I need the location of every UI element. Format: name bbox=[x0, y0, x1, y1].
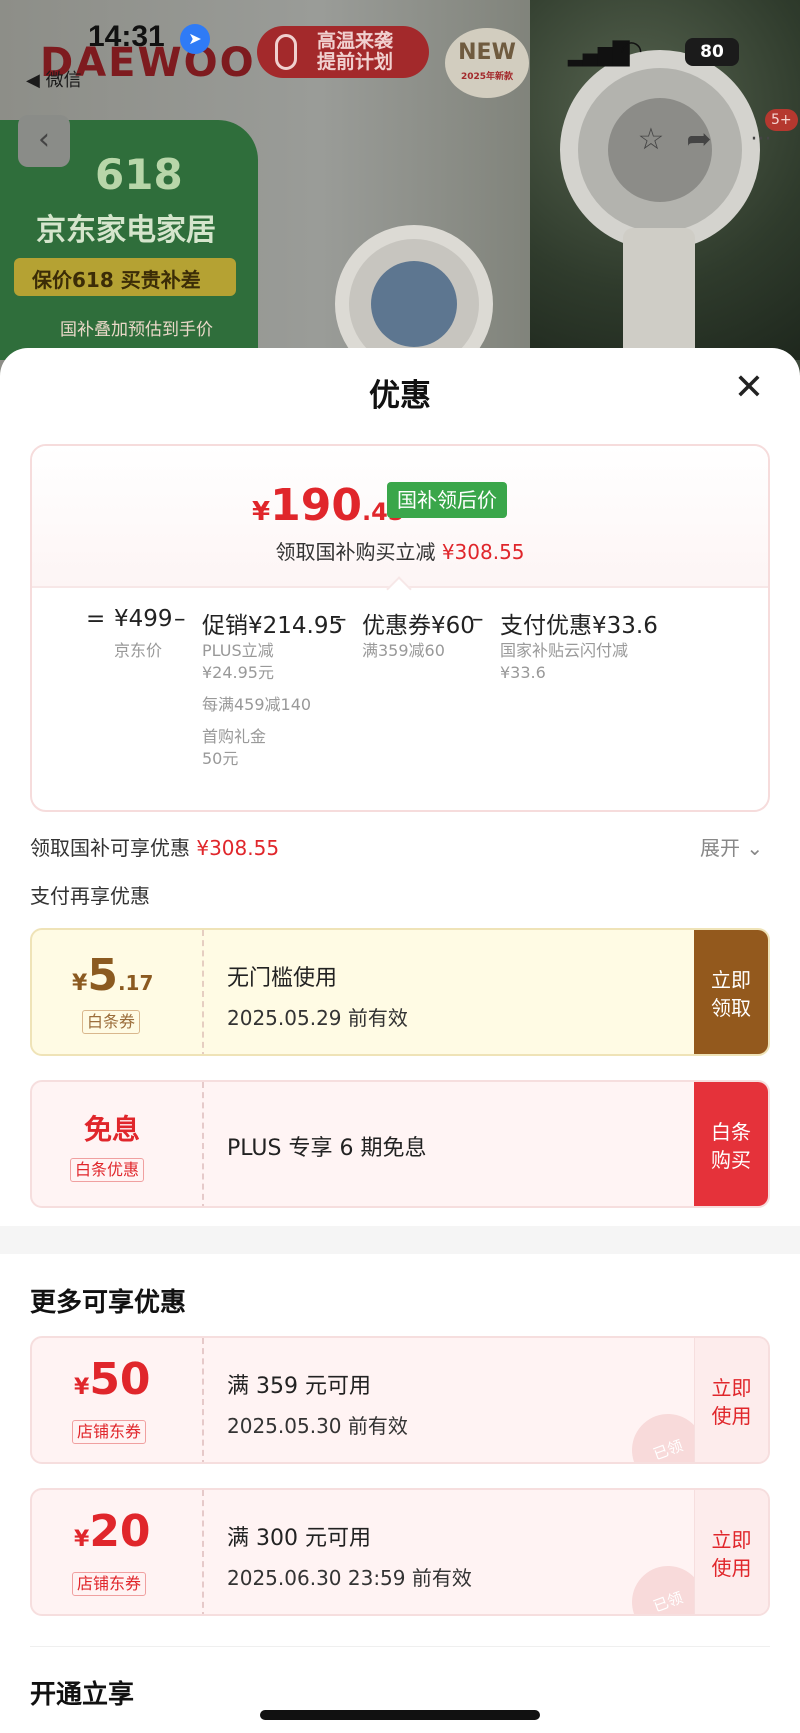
coupon-divider bbox=[202, 1082, 204, 1206]
pay-section-title: 支付再享优惠 bbox=[30, 884, 150, 908]
offer-description: PLUS 专享 6 期免息 bbox=[227, 1136, 427, 1161]
section-separator bbox=[0, 1226, 800, 1254]
back-to-wechat-link[interactable]: ◀ 微信 bbox=[26, 66, 82, 92]
signal-icon: ▂▄▆█ bbox=[568, 42, 630, 67]
formula-minus: – bbox=[335, 606, 347, 632]
coupon-detail: 满359减60 bbox=[362, 641, 445, 660]
coupon-divider bbox=[202, 1490, 204, 1614]
offer-type-label: 白条优惠 bbox=[70, 1158, 145, 1182]
sheet-title: 优惠 bbox=[369, 378, 431, 414]
promo-detail-full-reduction: 每满459减140 bbox=[202, 695, 312, 714]
promo-detail-first-gift: 首购礼金 50元 bbox=[202, 727, 267, 768]
subsidy-savings-row: 领取国补可享优惠 ¥308.55 bbox=[30, 836, 280, 860]
promo-amount: 促销¥214.95 bbox=[202, 613, 344, 639]
promo-detail-plus: PLUS立减 ¥24.95元 bbox=[202, 641, 274, 682]
coupon-expiry: 2025.06.30 23:59 前有效 bbox=[227, 1566, 472, 1590]
more-button[interactable]: ··· 5+ bbox=[735, 109, 798, 167]
jd-price-label: 京东价 bbox=[114, 641, 163, 660]
more-icon: ··· bbox=[750, 127, 772, 152]
formula-minus: – bbox=[174, 606, 186, 632]
coupon-condition: 满 359 元可用 bbox=[227, 1374, 371, 1399]
membership-offers-title: 开通立享 bbox=[30, 1680, 135, 1710]
coupon-amount: ¥20 bbox=[74, 1506, 151, 1557]
coupon-divider bbox=[202, 930, 204, 1054]
payment-discount-detail: 国家补贴云闪付减 ¥33.6 bbox=[500, 641, 629, 682]
battery-indicator: 80 bbox=[685, 38, 739, 66]
coupon-type-label: 店铺东券 bbox=[72, 1572, 147, 1596]
close-button[interactable]: ✕ bbox=[731, 370, 767, 406]
jd-price: ¥499 bbox=[114, 606, 173, 632]
section-divider bbox=[30, 1646, 770, 1647]
interest-free-label: 免息 bbox=[84, 1113, 141, 1146]
payment-discount: 支付优惠¥33.6 bbox=[500, 613, 658, 639]
store-coupon: ¥20 店铺东券 满 300 元可用 2025.06.30 23:59 前有效 … bbox=[30, 1488, 770, 1616]
status-bar: 14:31 ➤ ◀ 微信 ▂▄▆█ ◠ 80 bbox=[0, 0, 800, 91]
coupon-condition: 满 300 元可用 bbox=[227, 1526, 371, 1551]
coupon-expiry: 2025.05.29 前有效 bbox=[227, 1006, 408, 1030]
share-icon: ➦ bbox=[686, 122, 712, 157]
formula-minus: – bbox=[472, 606, 484, 632]
star-icon: ☆ bbox=[637, 122, 665, 157]
favorite-button[interactable]: ☆ bbox=[625, 115, 677, 167]
coupon-value-area: ¥20 店铺东券 bbox=[32, 1490, 202, 1614]
expand-button[interactable]: 展开 ⌄ bbox=[700, 832, 763, 861]
coupon-value-area: ¥50 店铺东券 bbox=[32, 1338, 202, 1462]
cart-count-badge: 5+ bbox=[765, 109, 798, 131]
use-coupon-button[interactable]: 立即 使用 bbox=[694, 1338, 768, 1462]
claim-coupon-button[interactable]: 立即 领取 bbox=[694, 930, 768, 1054]
coupon-type-label: 店铺东券 bbox=[72, 1420, 147, 1444]
clock: 14:31 bbox=[88, 20, 165, 53]
wifi-icon: ◠ bbox=[620, 36, 643, 66]
store-coupon: ¥50 店铺东券 满 359 元可用 2025.05.30 前有效 已领 立即使… bbox=[30, 1336, 770, 1464]
chevron-left-icon: ‹ bbox=[38, 122, 50, 157]
close-icon: ✕ bbox=[733, 367, 765, 408]
home-indicator[interactable] bbox=[260, 1710, 540, 1720]
price-breakdown-card: ¥190.45 国补领后价 领取国补购买立减 ¥308.55 = ¥499 京东… bbox=[30, 444, 770, 812]
subsidy-savings-line: 领取国补购买立减 ¥308.55 bbox=[275, 540, 525, 564]
coupon-amount: ¥50 bbox=[74, 1354, 151, 1405]
more-offers-title: 更多可享优惠 bbox=[30, 1288, 187, 1318]
location-arrow-icon: ➤ bbox=[180, 24, 210, 54]
formula-equals: = bbox=[86, 606, 106, 632]
use-coupon-button[interactable]: 立即 使用 bbox=[694, 1490, 768, 1614]
coupon-amount: ¥5.17 bbox=[72, 950, 154, 1001]
discount-sheet: 优惠 ✕ ¥190.45 国补领后价 领取国补购买立减 ¥308.55 = ¥4… bbox=[0, 348, 800, 1733]
back-button[interactable]: ‹ bbox=[18, 115, 70, 167]
coupon-value-area: ¥5.17 白条券 bbox=[32, 930, 202, 1054]
price-formula: = ¥499 京东价 – 促销¥214.95 PLUS立减 ¥24.95元 每满4… bbox=[32, 606, 768, 806]
coupon-divider bbox=[202, 1338, 204, 1462]
coupon-type-label: 白条券 bbox=[82, 1010, 141, 1034]
offer-value-area: 免息 白条优惠 bbox=[32, 1082, 202, 1206]
share-button[interactable]: ➦ bbox=[673, 115, 725, 167]
coupon-condition: 无门槛使用 bbox=[227, 966, 338, 991]
final-price-area: ¥190.45 国补领后价 领取国补购买立减 ¥308.55 bbox=[32, 446, 768, 588]
final-price: ¥190.45 bbox=[252, 480, 405, 531]
fan-stand-image bbox=[623, 228, 695, 368]
coupon-expiry: 2025.05.30 前有效 bbox=[227, 1414, 408, 1438]
interest-free-offer: 免息 白条优惠 PLUS 专享 6 期免息 白条 购买 bbox=[30, 1080, 770, 1208]
coupon-amount: 优惠券¥60 bbox=[362, 613, 475, 639]
baitiao-coupon: ¥5.17 白条券 无门槛使用 2025.05.29 前有效 立即 领取 bbox=[30, 928, 770, 1056]
baitiao-buy-button[interactable]: 白条 购买 bbox=[694, 1082, 768, 1206]
subsidy-price-tag: 国补领后价 bbox=[387, 482, 507, 518]
